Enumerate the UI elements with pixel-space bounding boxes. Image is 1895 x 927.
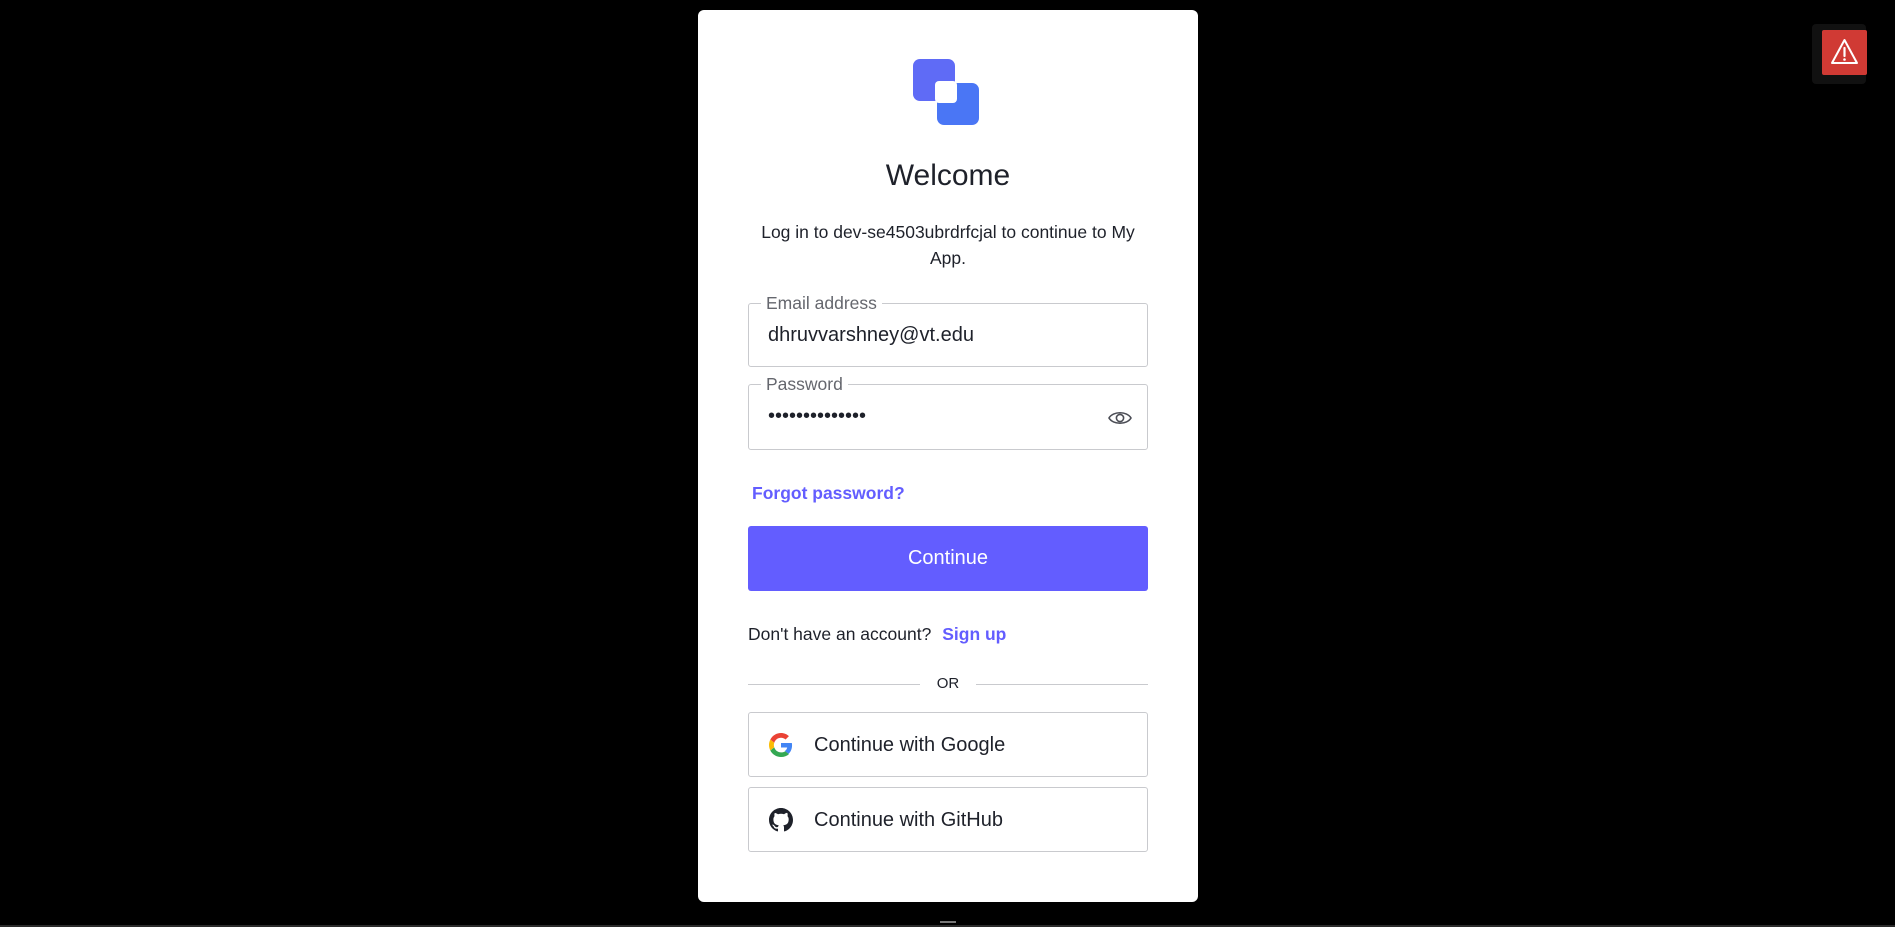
warning-button[interactable] (1822, 30, 1867, 75)
email-input[interactable] (768, 322, 1108, 348)
signup-prompt: Don't have an account? (748, 624, 932, 644)
page-title: Welcome (885, 159, 1011, 192)
app-logo-icon (913, 59, 979, 125)
login-subtitle: Log in to dev-se4503ubrdrfcjal to contin… (761, 222, 1135, 268)
password-field-label: Password (761, 373, 848, 395)
email-field-label: Email address (761, 292, 882, 314)
login-card: Welcome Log in to dev-se4503ubrdrfcjal t… (698, 10, 1198, 902)
forgot-password-link[interactable]: Forgot password? (752, 482, 905, 504)
continue-button[interactable]: Continue (748, 526, 1148, 591)
or-divider: OR (748, 674, 1148, 694)
github-icon (769, 808, 793, 832)
signup-link[interactable]: Sign up (942, 624, 1006, 644)
warning-icon (1831, 39, 1858, 64)
signup-row: Don't have an account? Sign up (748, 623, 1006, 645)
drag-handle[interactable] (940, 921, 956, 923)
password-input[interactable]: •••••••••••••• (768, 403, 1108, 429)
password-field[interactable]: Password •••••••••••••• (748, 373, 1148, 450)
warning-indicator (1812, 24, 1867, 84)
eye-icon[interactable] (1107, 405, 1133, 431)
github-login-label: Continue with GitHub (814, 809, 1003, 831)
page: Welcome Log in to dev-se4503ubrdrfcjal t… (0, 0, 1895, 927)
github-login-button[interactable]: Continue with GitHub (748, 787, 1148, 852)
google-login-label: Continue with Google (814, 734, 1006, 756)
divider-line-right (976, 684, 1148, 685)
google-login-button[interactable]: Continue with Google (748, 712, 1148, 777)
google-icon (769, 733, 793, 757)
email-field[interactable]: Email address (748, 292, 1148, 367)
